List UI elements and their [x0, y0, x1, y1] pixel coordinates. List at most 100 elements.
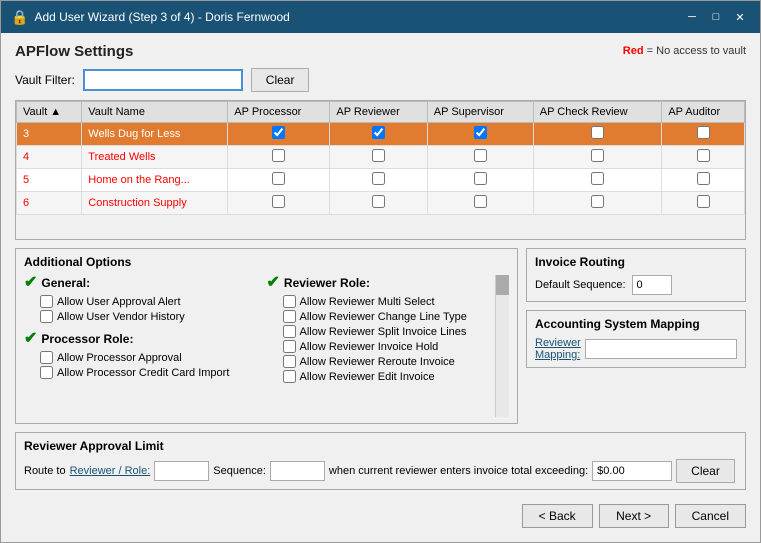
page-title: APFlow Settings	[15, 43, 133, 60]
vault-table: Vault ▲ Vault Name AP Processor AP Revie…	[16, 101, 745, 215]
accounting-title: Accounting System Mapping	[535, 317, 737, 331]
reviewer-approval-title: Reviewer Approval Limit	[24, 439, 737, 453]
vault-filter-label: Vault Filter:	[15, 73, 75, 87]
minimize-button[interactable]: ─	[682, 7, 702, 27]
processor-check-icon: ✔	[24, 331, 37, 347]
cancel-button[interactable]: Cancel	[675, 504, 746, 528]
next-button[interactable]: Next >	[599, 504, 669, 528]
invoice-routing-title: Invoice Routing	[535, 255, 737, 269]
processor-role-header: ✔ Processor Role:	[24, 331, 267, 347]
table-row[interactable]: 6Construction Supply	[17, 192, 745, 215]
reviewer-role-label: Reviewer Role:	[284, 276, 370, 290]
close-button[interactable]: ✕	[730, 7, 750, 27]
checkbox-credit-card[interactable]	[40, 366, 53, 379]
when-label: when current reviewer enters invoice tot…	[329, 465, 588, 477]
route-to-label: Route to	[24, 465, 66, 477]
reviewer-clear-button[interactable]: Clear	[676, 459, 735, 483]
table-row[interactable]: 4Treated Wells	[17, 146, 745, 169]
sequence-label: Sequence:	[213, 465, 266, 477]
label-edit-invoice: Allow Reviewer Edit Invoice	[300, 371, 435, 383]
right-panels: Invoice Routing Default Sequence: Accoun…	[526, 248, 746, 424]
vault-table-container: Vault ▲ Vault Name AP Processor AP Revie…	[15, 100, 746, 240]
default-sequence-label: Default Sequence:	[535, 279, 626, 291]
legend-red: Red	[623, 45, 644, 57]
reviewer-mapping-input[interactable]	[585, 339, 737, 359]
checkbox-processor-approval[interactable]	[40, 351, 53, 364]
option-vendor-history: Allow User Vendor History	[40, 310, 267, 323]
label-change-line: Allow Reviewer Change Line Type	[300, 311, 467, 323]
scrollbar-thumb[interactable]	[496, 275, 509, 295]
label-multi-select: Allow Reviewer Multi Select	[300, 296, 435, 308]
default-sequence-input[interactable]	[632, 275, 672, 295]
checkbox-reroute[interactable]	[283, 355, 296, 368]
content-area: APFlow Settings Red = No access to vault…	[1, 33, 760, 542]
option-approval-alert: Allow User Approval Alert	[40, 295, 267, 308]
label-vendor-history: Allow User Vendor History	[57, 311, 185, 323]
label-credit-card: Allow Processor Credit Card Import	[57, 367, 229, 379]
accounting-mapping-panel: Accounting System Mapping Reviewer Mappi…	[526, 310, 746, 368]
label-split-invoice: Allow Reviewer Split Invoice Lines	[300, 326, 467, 338]
label-reroute: Allow Reviewer Reroute Invoice	[300, 356, 455, 368]
vault-filter-row: Vault Filter: Clear	[15, 68, 746, 92]
table-row[interactable]: 5Home on the Rang...	[17, 169, 745, 192]
col-vault-name: Vault Name	[82, 102, 228, 123]
legend-description: = No access to vault	[647, 45, 746, 57]
option-split-invoice: Allow Reviewer Split Invoice Lines	[283, 325, 496, 338]
col-vault[interactable]: Vault ▲	[17, 102, 82, 123]
additional-options-title: Additional Options	[24, 255, 509, 269]
routing-row: Default Sequence:	[535, 275, 737, 295]
maximize-button[interactable]: □	[706, 7, 726, 27]
general-header: ✔ General:	[24, 275, 267, 291]
amount-input[interactable]	[592, 461, 672, 481]
checkbox-change-line[interactable]	[283, 310, 296, 323]
title-bar-left: 🔒 Add User Wizard (Step 3 of 4) - Doris …	[11, 9, 290, 26]
legend-text: Red = No access to vault	[623, 45, 746, 57]
table-row[interactable]: 3Wells Dug for Less	[17, 123, 745, 146]
window-icon: 🔒	[11, 9, 28, 26]
label-approval-alert: Allow User Approval Alert	[57, 296, 181, 308]
general-check-icon: ✔	[24, 275, 37, 291]
option-change-line: Allow Reviewer Change Line Type	[283, 310, 496, 323]
checkbox-vendor-history[interactable]	[40, 310, 53, 323]
reviewer-approval-panel: Reviewer Approval Limit Route to Reviewe…	[15, 432, 746, 490]
checkbox-split-invoice[interactable]	[283, 325, 296, 338]
reviewer-row: Route to Reviewer / Role: Sequence: when…	[24, 459, 737, 483]
reviewer-role-link[interactable]: Reviewer / Role:	[70, 465, 151, 477]
col-ap-processor: AP Processor	[228, 102, 330, 123]
checkbox-multi-select[interactable]	[283, 295, 296, 308]
label-invoice-hold: Allow Reviewer Invoice Hold	[300, 341, 439, 353]
vault-filter-input[interactable]	[83, 69, 243, 91]
reviewer-role-header: ✔ Reviewer Role:	[267, 275, 496, 291]
footer-buttons: < Back Next > Cancel	[15, 498, 746, 532]
options-right-col: ✔ Reviewer Role: Allow Reviewer Multi Se…	[267, 275, 496, 415]
option-invoice-hold: Allow Reviewer Invoice Hold	[283, 340, 496, 353]
options-right-wrapper: ✔ Reviewer Role: Allow Reviewer Multi Se…	[267, 275, 510, 417]
col-ap-supervisor: AP Supervisor	[427, 102, 533, 123]
checkbox-approval-alert[interactable]	[40, 295, 53, 308]
col-ap-check-review: AP Check Review	[533, 102, 662, 123]
main-window: 🔒 Add User Wizard (Step 3 of 4) - Doris …	[0, 0, 761, 543]
reviewer-role-input[interactable]	[154, 461, 209, 481]
vault-filter-clear-button[interactable]: Clear	[251, 68, 310, 92]
option-processor-approval: Allow Processor Approval	[40, 351, 267, 364]
col-ap-auditor: AP Auditor	[662, 102, 745, 123]
reviewer-mapping-link[interactable]: Reviewer Mapping:	[535, 337, 581, 361]
option-reroute: Allow Reviewer Reroute Invoice	[283, 355, 496, 368]
back-button[interactable]: < Back	[522, 504, 593, 528]
options-columns: ✔ General: Allow User Approval Alert All…	[24, 275, 509, 417]
processor-role-label: Processor Role:	[41, 332, 133, 346]
title-controls: ─ □ ✕	[682, 7, 750, 27]
option-credit-card: Allow Processor Credit Card Import	[40, 366, 267, 379]
general-label: General:	[41, 276, 90, 290]
bottom-section: Additional Options ✔ General: Allow User…	[15, 248, 746, 424]
checkbox-edit-invoice[interactable]	[283, 370, 296, 383]
additional-options-panel: Additional Options ✔ General: Allow User…	[15, 248, 518, 424]
reviewer-check-icon: ✔	[267, 275, 280, 291]
window-title: Add User Wizard (Step 3 of 4) - Doris Fe…	[34, 10, 289, 24]
option-edit-invoice: Allow Reviewer Edit Invoice	[283, 370, 496, 383]
options-scrollbar[interactable]	[495, 275, 509, 417]
invoice-routing-panel: Invoice Routing Default Sequence:	[526, 248, 746, 302]
checkbox-invoice-hold[interactable]	[283, 340, 296, 353]
sequence-input[interactable]	[270, 461, 325, 481]
label-processor-approval: Allow Processor Approval	[57, 352, 182, 364]
